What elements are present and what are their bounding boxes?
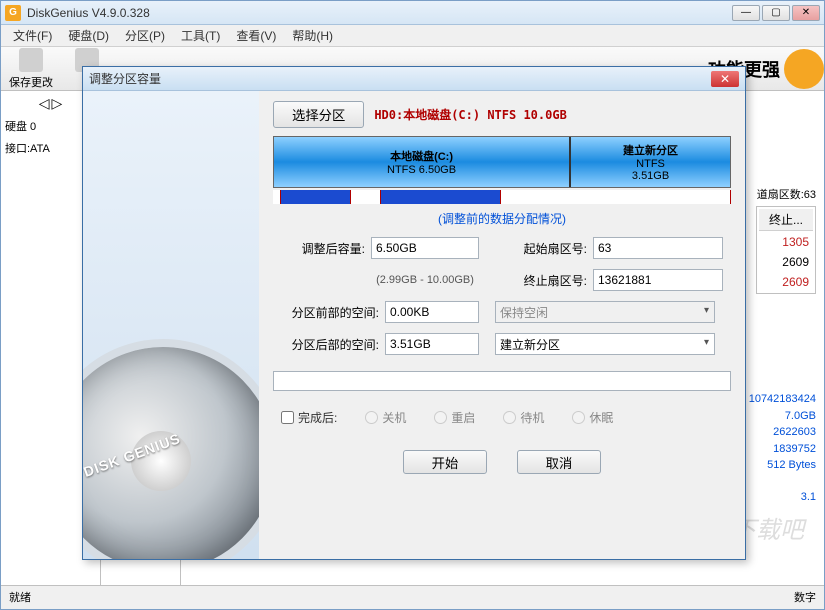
label-after-size: 调整后容量:	[281, 240, 365, 257]
front-action-select[interactable]	[495, 301, 715, 323]
dialog-title: 调整分区容量	[89, 70, 161, 87]
resize-dialog: 调整分区容量 ✕ 选择分区 HD0:本地磁盘(C:) NTFS 10.0GB 本…	[82, 66, 746, 560]
gear-icon	[784, 49, 824, 89]
menu-tools[interactable]: 工具(T)	[173, 25, 228, 46]
dialog-close-button[interactable]: ✕	[711, 71, 739, 87]
opt-restart[interactable]: 重启	[434, 409, 475, 426]
menu-view[interactable]: 查看(V)	[228, 25, 284, 46]
start-sector-input[interactable]	[593, 237, 723, 259]
tool-save[interactable]: 保存更改	[7, 48, 55, 90]
table-cell: 1305	[759, 233, 813, 251]
menu-disk[interactable]: 硬盘(D)	[60, 25, 117, 46]
select-partition-button[interactable]: 选择分区	[273, 101, 364, 128]
hd-label: HD0:本地磁盘(C:) NTFS 10.0GB	[374, 106, 567, 123]
save-icon	[19, 48, 43, 72]
dialog-titlebar[interactable]: 调整分区容量 ✕	[83, 67, 745, 91]
cancel-button[interactable]: 取消	[517, 450, 601, 474]
table-cell: 2609	[759, 273, 813, 291]
section-label: (调整前的数据分配情况)	[273, 210, 731, 227]
status-text: 就绪	[9, 589, 31, 605]
partition-seg-c[interactable]: 本地磁盘(C:) NTFS 6.50GB	[274, 137, 569, 187]
app-icon: G	[5, 5, 21, 21]
statusbar: 就绪 数字	[1, 585, 824, 607]
status-mode: 数字	[794, 589, 816, 605]
app-title: DiskGenius V4.9.0.328	[27, 6, 732, 20]
nav-prev-icon[interactable]: ◁	[39, 95, 50, 112]
menu-file[interactable]: 文件(F)	[5, 25, 60, 46]
dialog-sidebar	[83, 91, 259, 559]
partition-bar[interactable]: 本地磁盘(C:) NTFS 6.50GB 建立新分区 NTFS 3.51GB	[273, 136, 731, 188]
sector-count: 道扇区数:63	[757, 186, 816, 202]
table-cell: 2609	[759, 253, 813, 271]
nav-next-icon[interactable]: ▷	[52, 95, 63, 112]
label-start-sector: 起始扇区号:	[515, 240, 587, 257]
label-end-sector: 终止扇区号:	[515, 272, 587, 289]
front-space-input[interactable]	[385, 301, 479, 323]
partition-seg-new[interactable]: 建立新分区 NTFS 3.51GB	[569, 137, 730, 187]
partition-table[interactable]: 终止... 1305 2609 2609	[756, 206, 816, 294]
menu-partition[interactable]: 分区(P)	[117, 25, 173, 46]
close-button[interactable]: ✕	[792, 5, 820, 21]
version-info: 3.1	[801, 491, 816, 503]
disk-illustration	[83, 339, 259, 559]
end-sector-input[interactable]	[593, 269, 723, 291]
label-front-space: 分区前部的空间:	[281, 304, 379, 321]
usage-bar	[273, 190, 731, 204]
menubar: 文件(F) 硬盘(D) 分区(P) 工具(T) 查看(V) 帮助(H)	[1, 25, 824, 47]
disk-stats: 10742183424 7.0GB 2622603 1839752 512 By…	[749, 391, 816, 474]
opt-hibernate[interactable]: 休眠	[572, 409, 613, 426]
menu-help[interactable]: 帮助(H)	[284, 25, 341, 46]
maximize-button[interactable]: ▢	[762, 5, 790, 21]
start-button[interactable]: 开始	[403, 450, 487, 474]
progress-bar	[273, 371, 731, 391]
label-back-space: 分区后部的空间:	[281, 336, 379, 353]
done-checkbox[interactable]: 完成后:	[281, 409, 337, 426]
col-end[interactable]: 终止...	[759, 209, 813, 231]
back-action-select[interactable]	[495, 333, 715, 355]
opt-standby[interactable]: 待机	[503, 409, 544, 426]
size-range: (2.99GB - 10.00GB)	[371, 274, 479, 286]
back-space-input[interactable]	[385, 333, 479, 355]
titlebar[interactable]: G DiskGenius V4.9.0.328 — ▢ ✕	[1, 1, 824, 25]
minimize-button[interactable]: —	[732, 5, 760, 21]
after-size-input[interactable]	[371, 237, 479, 259]
opt-shutdown[interactable]: 关机	[365, 409, 406, 426]
